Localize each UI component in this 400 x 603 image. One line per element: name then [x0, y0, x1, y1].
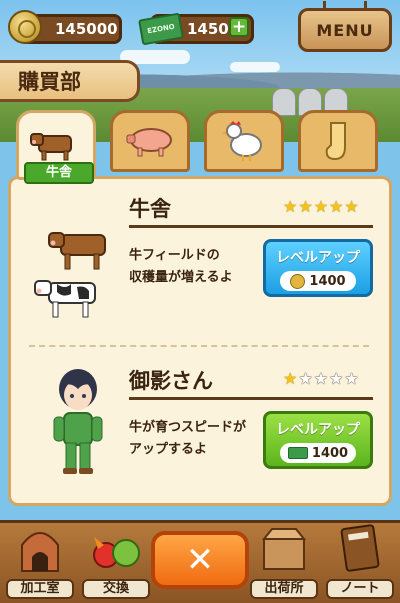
tab-chicken[interactable]	[204, 110, 284, 172]
holstein-cow-icon	[34, 280, 96, 318]
description-line: 収穫量が増えるよ	[129, 270, 233, 285]
level-stars: ★★★★★	[283, 197, 360, 216]
nav-label: 出荷所	[250, 579, 318, 599]
star-filled-icon: ★	[283, 197, 299, 216]
description-line: 牛フィールドの	[129, 248, 220, 263]
star-empty-icon: ★	[313, 369, 330, 388]
name-underline	[129, 225, 373, 228]
oven-icon	[21, 532, 59, 572]
star-filled-icon: ★	[298, 197, 314, 216]
level-up-label: レベルアップ	[276, 250, 360, 266]
item-description: 牛が育つスピードが アップするよ	[129, 417, 269, 461]
description-line: 牛が育つスピードが	[129, 420, 247, 435]
nav-label: 加工室	[6, 579, 74, 599]
level-up-button[interactable]: レベルアップ 1400	[263, 239, 373, 297]
menu-button[interactable]: MENU	[298, 1, 392, 52]
vegetables-icon	[93, 537, 140, 568]
nav-label: ノート	[326, 579, 394, 599]
star-empty-icon: ★	[344, 369, 360, 388]
brown-cow-icon	[48, 232, 106, 270]
price-chip: 1400	[280, 271, 356, 291]
tab-other[interactable]	[298, 110, 378, 172]
chicken-icon	[222, 121, 262, 161]
name-underline	[129, 397, 373, 400]
price-chip: 1400	[280, 443, 356, 463]
item-description: 牛フィールドの 収穫量が増えるよ	[129, 245, 269, 289]
coin-icon	[290, 273, 306, 289]
star-filled-icon: ★	[344, 197, 360, 216]
nav-label: 交換	[82, 579, 150, 599]
item-name: 牛舎	[129, 197, 171, 221]
item-divider	[29, 345, 369, 347]
ezono-bill-icon	[287, 447, 308, 459]
tab-pig[interactable]	[110, 110, 190, 172]
mikage-character-icon	[53, 369, 103, 474]
nav-exchange[interactable]: 交換	[78, 523, 154, 603]
shop-panel: 牛舎 ★★★★★ 牛フィールドの 収穫量が増えるよ レベルアップ 1400 御影…	[8, 176, 392, 506]
add-ezono-button[interactable]: +	[229, 17, 249, 37]
price-value: 1400	[311, 445, 349, 461]
pig-icon	[126, 128, 172, 157]
cow-icon	[30, 133, 72, 161]
active-tab-label: 牛舎	[24, 162, 94, 184]
close-button[interactable]: ✕	[151, 531, 249, 589]
star-filled-icon: ★	[313, 197, 330, 216]
glove-icon	[325, 122, 346, 161]
star-empty-icon: ★	[329, 369, 345, 388]
level-stars: ★★★★★	[283, 369, 360, 388]
nav-shipping-station[interactable]: 出荷所	[246, 523, 322, 603]
price-value: 1400	[309, 273, 346, 289]
notebook-icon	[340, 524, 380, 572]
item-name: 御影さん	[129, 369, 213, 393]
ezono-amount: 1450	[187, 20, 229, 38]
nav-notebook[interactable]: ノート	[322, 523, 398, 603]
shop-item: 御影さん ★★★★★ 牛が育つスピードが アップするよ レベルアップ 1400	[11, 351, 389, 501]
star-empty-icon: ★	[298, 369, 314, 388]
level-up-button[interactable]: レベルアップ 1400	[263, 411, 373, 469]
shop-item: 牛舎 ★★★★★ 牛フィールドの 収穫量が増えるよ レベルアップ 1400	[11, 179, 389, 347]
star-filled-icon: ★	[283, 369, 299, 388]
shipping-box-icon	[261, 528, 307, 570]
coin-amount: 145000	[55, 20, 118, 38]
star-filled-icon: ★	[329, 197, 345, 216]
description-line: アップするよ	[129, 442, 208, 457]
nav-processing-room[interactable]: 加工室	[2, 523, 78, 603]
shop-title: 購買部	[0, 60, 140, 102]
level-up-label: レベルアップ	[276, 422, 360, 438]
coin-icon	[8, 10, 42, 44]
